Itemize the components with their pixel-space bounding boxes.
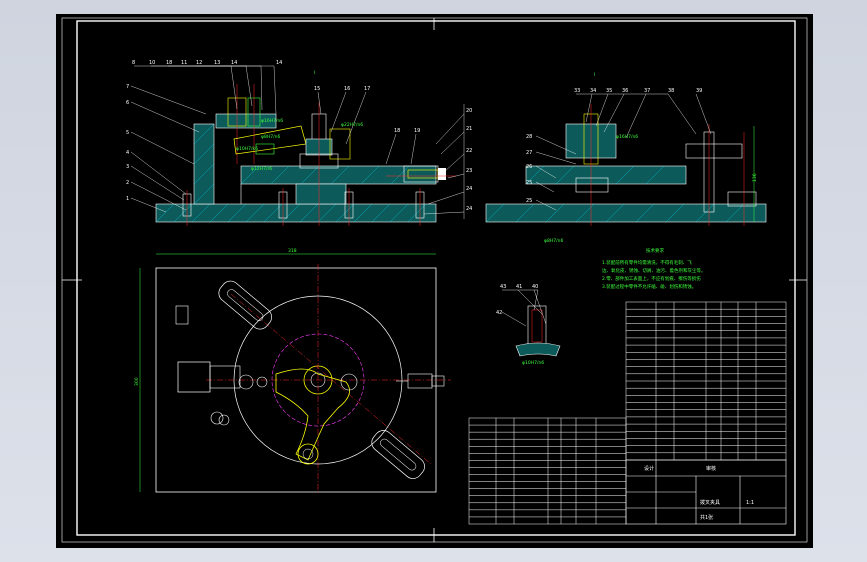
svg-text:4: 4 [126, 150, 129, 156]
svg-text:34: 34 [590, 88, 596, 94]
svg-text:18: 18 [394, 128, 400, 134]
svg-text:15: 15 [314, 86, 320, 92]
svg-text:25: 25 [526, 198, 532, 204]
title-reviewer: 审核 [706, 465, 716, 472]
svg-text:23: 23 [466, 168, 472, 174]
note-line-2: 边、氧化皮、锈蚀、切屑、油污、着色剂和灰尘等。 [602, 267, 706, 274]
svg-text:φ12H7/r6: φ12H7/r6 [251, 166, 272, 172]
detail-view: 43 41 40 42 φ10H7/n6 [496, 284, 561, 366]
svg-text:φ16H7/n6: φ16H7/n6 [616, 134, 638, 140]
overall-height-dim: 300 [134, 377, 140, 386]
scale-label: 1:1 [746, 500, 754, 506]
plan-view: 318 300 [134, 248, 451, 494]
svg-text:12: 12 [196, 60, 202, 66]
cad-viewport[interactable]: I 8 10 18 11 12 13 14 14 7 6 5 4 3 2 1 1… [0, 0, 867, 562]
svg-text:3: 3 [126, 164, 129, 170]
front-view-mark: I [314, 70, 315, 76]
drawing-sheet: I 8 10 18 11 12 13 14 14 7 6 5 4 3 2 1 1… [56, 14, 813, 548]
svg-text:18: 18 [166, 60, 172, 66]
note-line-1: 1.装配前所有零件均需清洗，不得有毛刺、飞 [602, 259, 692, 266]
svg-text:11: 11 [181, 60, 187, 66]
svg-text:40: 40 [532, 284, 538, 290]
svg-text:37: 37 [644, 88, 650, 94]
svg-text:21: 21 [466, 126, 472, 132]
svg-text:16: 16 [344, 86, 350, 92]
svg-text:φ22H7/n6: φ22H7/n6 [341, 122, 363, 128]
overall-width-dim: 318 [288, 248, 297, 254]
svg-text:7: 7 [126, 84, 129, 90]
svg-text:φ10H7/n6: φ10H7/n6 [522, 360, 544, 366]
svg-text:10: 10 [149, 60, 155, 66]
svg-text:36: 36 [622, 88, 628, 94]
notes-title: 技术要求 [646, 247, 664, 254]
svg-text:5: 5 [126, 130, 129, 136]
svg-text:φ8H7/n6: φ8H7/n6 [544, 238, 563, 244]
technical-notes: 技术要求 1.装配前所有零件均需清洗，不得有毛刺、飞 边、氧化皮、锈蚀、切屑、油… [602, 247, 706, 290]
svg-text:26: 26 [526, 164, 532, 170]
svg-text:25: 25 [526, 180, 532, 186]
svg-text:φ10H7/k6: φ10H7/k6 [236, 146, 258, 152]
svg-text:33: 33 [574, 88, 580, 94]
drawing-canvas: I 8 10 18 11 12 13 14 14 765 432 1 15 16… [61, 17, 808, 543]
svg-text:42: 42 [496, 310, 502, 316]
svg-text:43: 43 [500, 284, 506, 290]
front-section-view: I 8 10 18 11 12 13 14 14 765 432 1 15 16… [126, 60, 472, 226]
sheet-count: 共1张 [700, 514, 713, 521]
side-height-dim: 136 [752, 173, 758, 182]
svg-text:1: 1 [126, 196, 129, 202]
note-line-3: 2.零、部件加工表面上，不应有划痕、擦伤等损伤 [602, 275, 701, 282]
svg-text:24: 24 [466, 206, 472, 212]
svg-text:22: 22 [466, 148, 472, 154]
svg-text:φ16H7/n6: φ16H7/n6 [261, 118, 283, 124]
svg-text:27: 27 [526, 150, 532, 156]
svg-text:8: 8 [132, 60, 135, 66]
svg-text:38: 38 [668, 88, 674, 94]
svg-text:6: 6 [126, 100, 129, 106]
svg-text:28: 28 [526, 134, 532, 140]
drawing-name: 拨叉夹具 [700, 499, 720, 506]
svg-text:2: 2 [126, 180, 129, 186]
svg-text:35: 35 [606, 88, 612, 94]
svg-text:14: 14 [276, 60, 282, 66]
svg-text:φ8H7/n6: φ8H7/n6 [261, 134, 280, 140]
svg-text:39: 39 [696, 88, 702, 94]
svg-text:24: 24 [466, 186, 472, 192]
svg-text:14: 14 [231, 60, 237, 66]
note-line-4: 3.装配过程中零件不允许磕、碰、划伤和锈蚀。 [602, 283, 696, 290]
svg-text:13: 13 [214, 60, 220, 66]
svg-text:41: 41 [516, 284, 522, 290]
title-designer: 设计 [644, 465, 654, 472]
svg-text:20: 20 [466, 108, 472, 114]
svg-text:19: 19 [414, 128, 420, 134]
side-section-view: I 136 33 34 35 36 37 38 39 282726 2525 φ… [485, 72, 767, 244]
svg-text:17: 17 [364, 86, 370, 92]
parts-list [468, 301, 787, 525]
side-view-mark: I [594, 72, 595, 78]
